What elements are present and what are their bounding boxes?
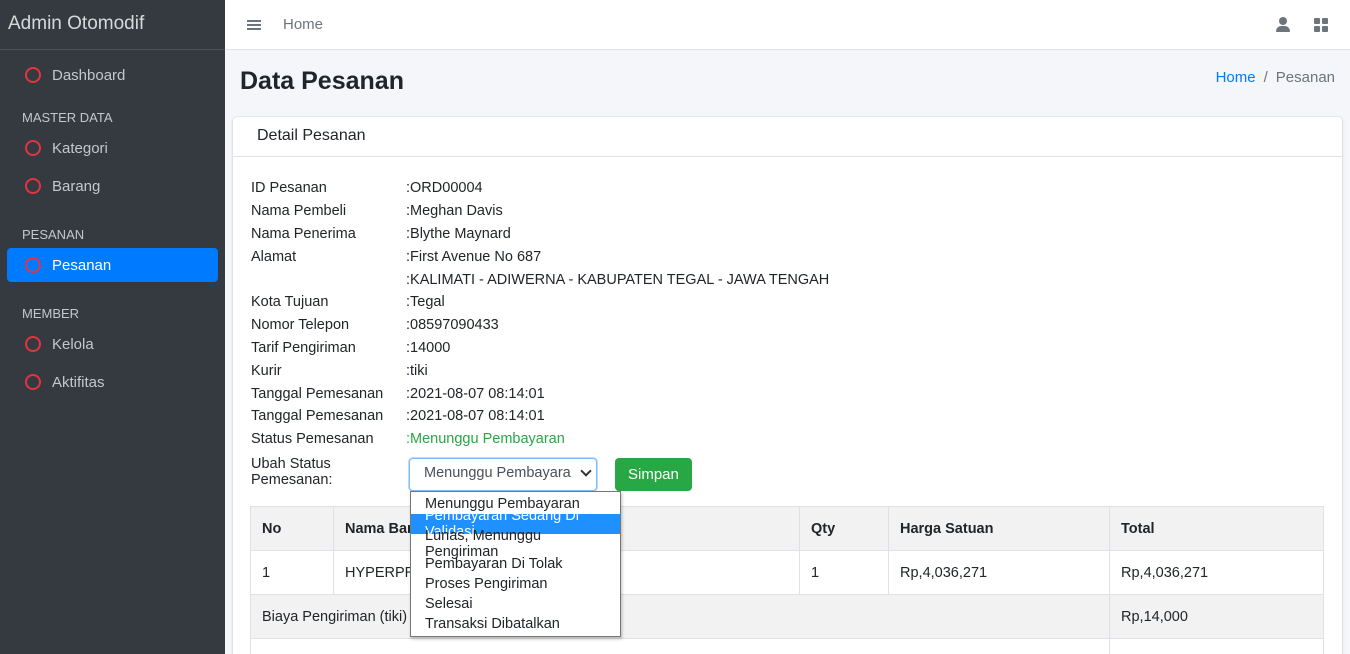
sidebar-item-label: Dashboard: [52, 66, 126, 84]
status-dropdown-list: Menunggu Pembayaran Pembayaran Sedang Di…: [410, 491, 621, 637]
detail-value: :KALIMATI - ADIWERNA - KABUPATEN TEGAL -…: [406, 271, 830, 288]
col-header-no: No: [250, 506, 334, 551]
cell-total: Rp,4,036,271: [1109, 550, 1324, 595]
circle-icon: [25, 257, 41, 273]
detail-value: :tiki: [406, 362, 428, 379]
status-option[interactable]: Selesai: [411, 594, 620, 614]
status-option[interactable]: Lunas, Menunggu Pengiriman: [411, 528, 620, 560]
status-value: :Menunggu Pembayaran: [406, 431, 565, 448]
sidebar-item-aktifitas[interactable]: Aktifitas: [7, 365, 218, 399]
section-header-member: MEMBER: [22, 306, 80, 321]
sidebar-item-barang[interactable]: Barang: [7, 169, 218, 203]
sidebar-item-kategori[interactable]: Kategori: [7, 131, 218, 165]
sidebar-item-label: Aktifitas: [52, 373, 105, 391]
detail-row-order-date-2: Tanggal Pemesanan :2021-08-07 08:14:01: [251, 405, 829, 428]
sidebar-item-kelola[interactable]: Kelola: [7, 327, 218, 361]
status-change-label: Ubah Status Pemesanan:: [251, 455, 333, 488]
chevron-down-icon: [580, 465, 592, 477]
section-header-pesanan: PESANAN: [22, 227, 85, 242]
detail-card: Detail Pesanan ID Pesanan :ORD00004 Nama …: [233, 117, 1342, 654]
page-title: Data Pesanan: [240, 67, 404, 95]
status-option[interactable]: Transaksi Dibatalkan: [411, 614, 620, 634]
sidebar: Admin Otomodif Dashboard MASTER DATA Kat…: [0, 0, 225, 654]
detail-value: :08597090433: [406, 317, 499, 334]
status-change-row: Ubah Status Pemesanan: Menunggu Pembayar…: [251, 455, 692, 491]
detail-row-phone: Nomor Telepon :08597090433: [251, 314, 829, 337]
detail-row-order-date: Tanggal Pemesanan :2021-08-07 08:14:01: [251, 382, 829, 405]
detail-label: Tanggal Pemesanan: [251, 408, 384, 425]
breadcrumb-home[interactable]: Home: [1216, 69, 1256, 86]
cell-no: 1: [250, 550, 334, 595]
top-navbar: Home: [225, 0, 1350, 50]
detail-value: :14000: [406, 339, 451, 356]
detail-row-address-2: :KALIMATI - ADIWERNA - KABUPATEN TEGAL -…: [251, 268, 829, 291]
detail-label: Kota Tujuan: [251, 294, 329, 311]
breadcrumb-separator: /: [1263, 69, 1268, 86]
detail-row-address: Alamat :First Avenue No 687: [251, 245, 829, 268]
detail-value: :Tegal: [406, 294, 445, 311]
detail-label: Status Pemesanan: [251, 431, 374, 448]
detail-value: :2021-08-07 08:14:01: [406, 385, 545, 402]
sidebar-item-label: Barang: [52, 177, 101, 195]
detail-label: Nama Penerima: [251, 225, 356, 242]
detail-row-id: ID Pesanan :ORD00004: [251, 177, 829, 200]
card-title: Detail Pesanan: [233, 117, 1342, 157]
detail-row-status: Status Pemesanan :Menunggu Pembayaran: [251, 428, 829, 451]
status-select[interactable]: Menunggu Pembayara: [409, 458, 597, 491]
sidebar-item-label: Kategori: [52, 139, 108, 157]
shipping-total: Rp,14,000: [1109, 594, 1324, 639]
apps-grid-icon[interactable]: [1314, 18, 1328, 32]
empty-cell: [250, 638, 1110, 654]
detail-row-city: Kota Tujuan :Tegal: [251, 291, 829, 314]
col-header-total: Total: [1109, 506, 1324, 551]
top-home-link[interactable]: Home: [283, 16, 323, 33]
order-details: ID Pesanan :ORD00004 Nama Pembeli :Meghan …: [251, 177, 829, 451]
detail-row-buyer: Nama Pembeli :Meghan Davis: [251, 200, 829, 223]
detail-row-shipping-rate: Tarif Pengiriman :14000: [251, 337, 829, 360]
col-header-qty: Qty: [799, 506, 889, 551]
sidebar-item-dashboard[interactable]: Dashboard: [7, 58, 218, 92]
detail-value: :ORD00004: [406, 180, 483, 197]
detail-label: Nomor Telepon: [251, 317, 350, 334]
status-option[interactable]: Proses Pengiriman: [411, 574, 620, 594]
detail-value: :Blythe Maynard: [406, 225, 511, 242]
circle-icon: [25, 374, 41, 390]
detail-row-recipient: Nama Penerima :Blythe Maynard: [251, 223, 829, 246]
circle-icon: [25, 140, 41, 156]
top-icons: [1276, 16, 1328, 33]
empty-cell: [1109, 638, 1324, 654]
detail-value: :Meghan Davis: [406, 203, 503, 220]
sidebar-item-label: Pesanan: [52, 256, 112, 274]
sidebar-item-pesanan[interactable]: Pesanan: [7, 248, 218, 282]
breadcrumb-current: Pesanan: [1275, 69, 1335, 86]
circle-icon: [25, 336, 41, 352]
detail-label: ID Pesanan: [251, 180, 327, 197]
detail-value: :First Avenue No 687: [406, 248, 542, 265]
section-header-master-data: MASTER DATA: [22, 110, 113, 125]
table-row-empty: [250, 638, 1324, 654]
detail-label: Nama Pembeli: [251, 203, 347, 220]
detail-label: Tarif Pengiriman: [251, 339, 356, 356]
detail-label: Kurir: [251, 362, 282, 379]
detail-label: Alamat: [251, 248, 297, 265]
brand-title[interactable]: Admin Otomodif: [0, 0, 225, 50]
sidebar-item-label: Kelola: [52, 335, 94, 353]
menu-toggle-icon[interactable]: [247, 18, 261, 32]
sidebar-nav: Dashboard MASTER DATA Kategori Barang PE…: [0, 50, 225, 411]
detail-label: Tanggal Pemesanan: [251, 385, 384, 402]
save-button[interactable]: Simpan: [615, 458, 692, 491]
circle-icon: [25, 178, 41, 194]
breadcrumb: Home / Pesanan: [1216, 69, 1335, 86]
cell-qty: 1: [799, 550, 889, 595]
circle-icon: [25, 67, 41, 83]
status-select-value: Menunggu Pembayara: [424, 465, 571, 481]
user-icon[interactable]: [1276, 16, 1290, 33]
detail-row-courier: Kurir :tiki: [251, 359, 829, 382]
shipping-label: Biaya Pengiriman (tiki): [250, 594, 1110, 639]
col-header-harga-satuan: Harga Satuan: [888, 506, 1110, 551]
cell-harga: Rp,4,036,271: [888, 550, 1110, 595]
detail-value: :2021-08-07 08:14:01: [406, 408, 545, 425]
